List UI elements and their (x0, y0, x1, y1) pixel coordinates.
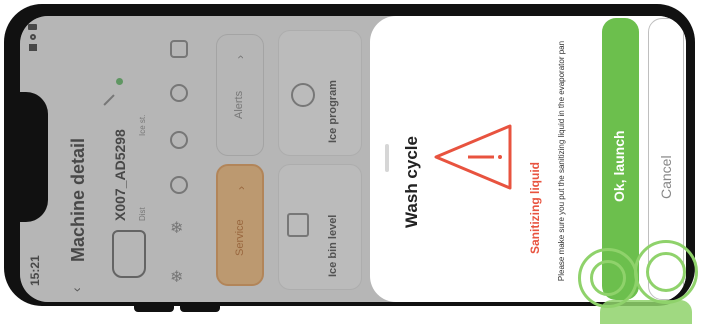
warning-description: Please make sure you put the sanitizing … (557, 40, 566, 282)
sheet-handle[interactable] (385, 144, 389, 172)
volume-button (180, 304, 220, 312)
warning-title: Sanitizing liquid (528, 162, 542, 254)
phone-notch (20, 92, 48, 222)
tap-hint-ring (646, 252, 686, 292)
volume-button (134, 304, 174, 312)
tap-hint-ring (590, 260, 626, 296)
cancel-label: Cancel (658, 155, 674, 199)
hand-pointer-icon (600, 300, 692, 324)
power-button (687, 100, 695, 210)
warning-triangle-icon (434, 124, 512, 190)
sheet-title: Wash cycle (402, 136, 421, 228)
ok-launch-label: Ok, launch (611, 130, 627, 202)
